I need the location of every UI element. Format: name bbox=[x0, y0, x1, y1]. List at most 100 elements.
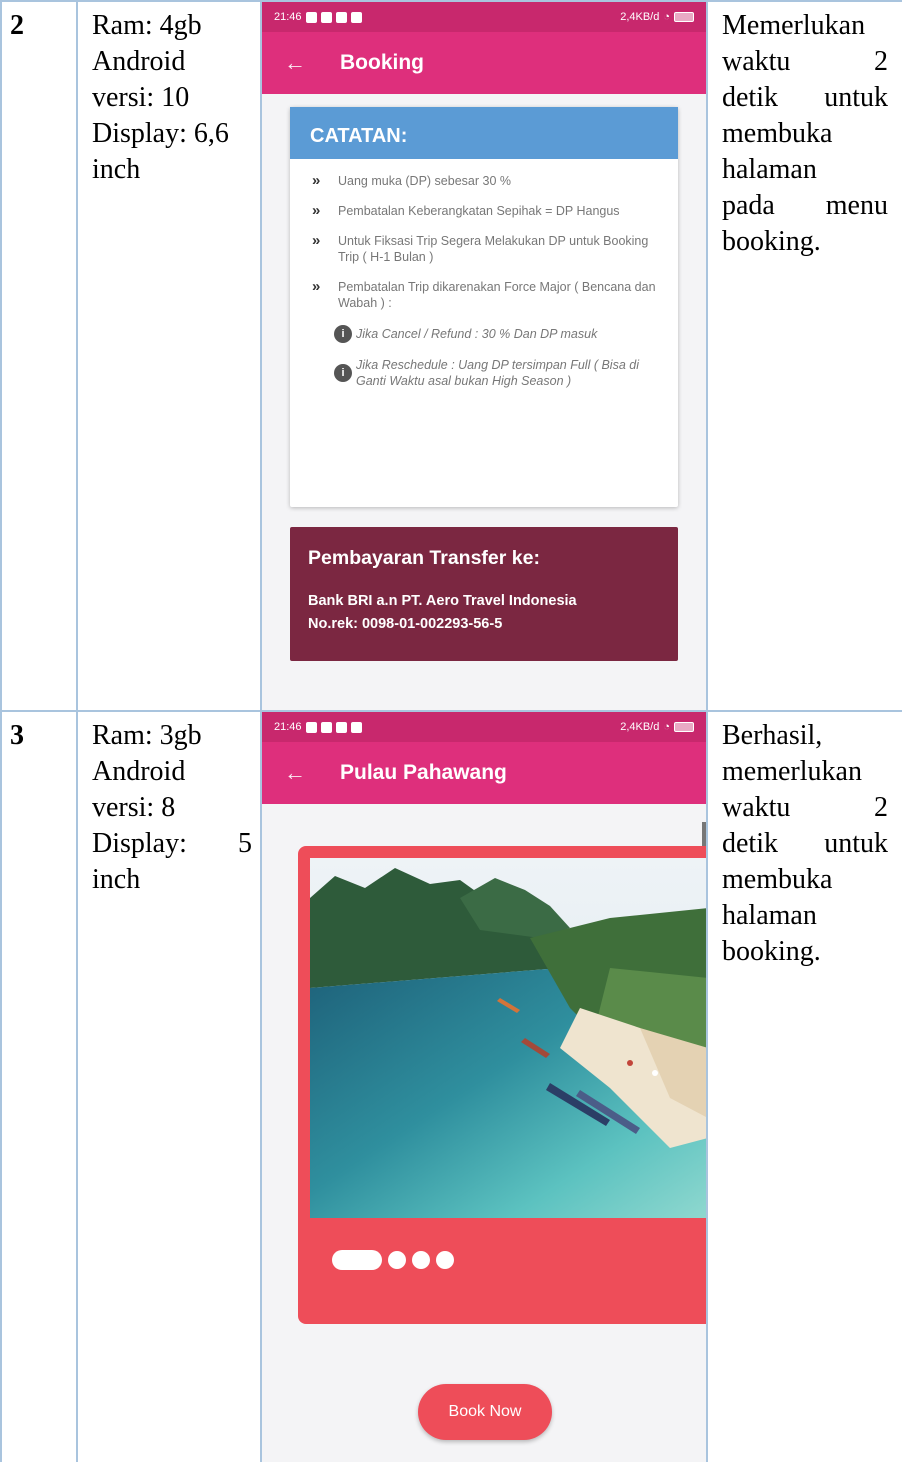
carousel-dot-active[interactable] bbox=[332, 1250, 382, 1270]
result-word: pada bbox=[722, 190, 775, 221]
double-chevron-right-icon: » bbox=[312, 202, 321, 219]
note-text: Uang muka (DP) sebesar 30 % bbox=[338, 174, 511, 188]
result-word: menu bbox=[825, 190, 888, 221]
app-bar: ← Booking bbox=[263, 32, 705, 94]
status-time: 21:46 bbox=[274, 721, 302, 733]
double-chevron-right-icon: » bbox=[312, 232, 321, 249]
sub-note-text: Jika Cancel / Refund : 30 % Dan DP masuk bbox=[356, 327, 598, 341]
payment-card: Pembayaran Transfer ke: Bank BRI a.n PT.… bbox=[290, 527, 678, 661]
result-line: detik untuk bbox=[722, 80, 888, 116]
notification-icon bbox=[335, 721, 347, 733]
result-cell: Memerlukan waktu 2 detik untuk membuka hal… bbox=[706, 0, 902, 712]
wifi-icon: ◔ bbox=[663, 11, 670, 23]
page-title: Pulau Pahawang bbox=[340, 761, 507, 784]
page-title: Booking bbox=[340, 51, 424, 74]
notification-icon bbox=[305, 11, 317, 23]
network-speed: 2,4KB/d bbox=[620, 11, 660, 23]
result-word: detik bbox=[722, 828, 778, 859]
spec-os-version: versi: 8 bbox=[92, 792, 176, 823]
carousel-dot[interactable] bbox=[388, 1251, 406, 1269]
info-icon: i bbox=[334, 325, 352, 343]
note-list: » Uang muka (DP) sebesar 30 % » Pembatal… bbox=[290, 159, 678, 389]
carousel-indicator[interactable] bbox=[332, 1250, 454, 1270]
result-text: Memerlukan bbox=[722, 10, 866, 41]
result-text: Berhasil, bbox=[722, 720, 823, 751]
note-title: CATATAN: bbox=[290, 107, 678, 159]
image-carousel[interactable] bbox=[298, 846, 705, 1324]
result-word: untuk bbox=[824, 828, 888, 859]
list-item: » Untuk Fiksasi Trip Segera Melakukan DP… bbox=[312, 233, 666, 265]
phone-screenshot-detail: 21:46 2,4KB/d ◔ ← Pulau Pahawang Book No… bbox=[263, 713, 705, 1461]
spec-ram: Ram: 4gb bbox=[92, 10, 202, 41]
carousel-dot[interactable] bbox=[436, 1251, 454, 1269]
result-word: detik bbox=[722, 82, 778, 113]
result-line: pada menu bbox=[722, 188, 888, 224]
result-text: memerlukan bbox=[722, 756, 862, 787]
wifi-icon: ◔ bbox=[663, 721, 670, 733]
notification-icon bbox=[350, 11, 362, 23]
result-line: waktu 2 bbox=[722, 790, 888, 826]
note-text: Pembatalan Trip dikarenakan Force Major … bbox=[338, 280, 656, 310]
result-cell: Berhasil, memerlukan waktu 2 detik untuk m… bbox=[706, 710, 902, 1462]
battery-icon bbox=[674, 12, 694, 22]
result-text: halaman bbox=[722, 154, 817, 185]
result-text: membuka bbox=[722, 864, 833, 895]
phone-screenshot-booking: 21:46 2,4KB/d ◔ ← Booking CATATAN: » Uan… bbox=[263, 3, 705, 709]
test-results-table: 2 Ram: 4gb Android versi: 10 Display: 6,… bbox=[0, 0, 902, 1462]
payment-bank: Bank BRI a.n PT. Aero Travel Indonesia bbox=[308, 593, 577, 609]
row-number-cell: 3 bbox=[0, 710, 78, 1462]
payment-title: Pembayaran Transfer ke: bbox=[308, 547, 540, 569]
notification-icon bbox=[320, 721, 332, 733]
spec-os: Android bbox=[92, 756, 186, 787]
row-number: 2 bbox=[10, 10, 24, 41]
book-now-button[interactable]: Book Now bbox=[418, 1384, 552, 1440]
result-text: membuka bbox=[722, 118, 833, 149]
status-time: 21:46 bbox=[274, 11, 302, 23]
note-card: CATATAN: » Uang muka (DP) sebesar 30 % »… bbox=[290, 107, 678, 507]
status-bar: 21:46 2,4KB/d ◔ bbox=[263, 713, 705, 742]
double-chevron-right-icon: » bbox=[312, 278, 321, 295]
result-text: booking. bbox=[722, 936, 821, 967]
list-item: » Pembatalan Trip dikarenakan Force Majo… bbox=[312, 279, 666, 311]
note-text: Pembatalan Keberangkatan Sepihak = DP Ha… bbox=[338, 204, 620, 218]
list-item: i Jika Reschedule : Uang DP tersimpan Fu… bbox=[334, 357, 666, 389]
table-row: 2 Ram: 4gb Android versi: 10 Display: 6,… bbox=[0, 0, 902, 712]
info-icon: i bbox=[334, 364, 352, 382]
spec-display-label: Display: bbox=[92, 828, 187, 859]
spec-display-unit: inch bbox=[92, 864, 141, 895]
device-spec-cell: Ram: 4gb Android versi: 10 Display: 6,6 … bbox=[76, 0, 262, 712]
beach-photo bbox=[310, 858, 705, 1218]
list-item: » Uang muka (DP) sebesar 30 % bbox=[312, 173, 666, 189]
notification-icon bbox=[320, 11, 332, 23]
notification-icon bbox=[305, 721, 317, 733]
result-text: booking. bbox=[722, 226, 821, 257]
result-word: untuk bbox=[824, 82, 888, 113]
notification-icon bbox=[350, 721, 362, 733]
result-word: 2 bbox=[874, 792, 888, 823]
screenshot-cell: 21:46 2,4KB/d ◔ ← Pulau Pahawang Book No… bbox=[260, 710, 708, 1462]
notification-icon bbox=[335, 11, 347, 23]
screenshot-cell: 21:46 2,4KB/d ◔ ← Booking CATATAN: » Uan… bbox=[260, 0, 708, 712]
result-word: waktu bbox=[722, 792, 791, 823]
result-word: 2 bbox=[874, 46, 888, 77]
battery-icon bbox=[674, 722, 694, 732]
row-number-cell: 2 bbox=[0, 0, 78, 712]
row-number: 3 bbox=[10, 720, 24, 751]
carousel-dot[interactable] bbox=[412, 1251, 430, 1269]
spec-display-value: 5 bbox=[238, 828, 252, 859]
arrow-back-icon[interactable]: ← bbox=[284, 50, 340, 76]
network-speed: 2,4KB/d bbox=[620, 721, 660, 733]
spec-display-unit: inch bbox=[92, 154, 141, 185]
spec-os: Android bbox=[92, 46, 186, 77]
status-bar: 21:46 2,4KB/d ◔ bbox=[263, 3, 705, 32]
spec-display: Display: 5 bbox=[92, 826, 252, 862]
list-item: » Pembatalan Keberangkatan Sepihak = DP … bbox=[312, 203, 666, 219]
result-line: waktu 2 bbox=[722, 44, 888, 80]
double-chevron-right-icon: » bbox=[312, 172, 321, 189]
spec-ram: Ram: 3gb bbox=[92, 720, 202, 751]
arrow-back-icon[interactable]: ← bbox=[284, 760, 340, 786]
payment-account: No.rek: 0098-01-002293-56-5 bbox=[308, 616, 503, 632]
spec-os-version: versi: 10 bbox=[92, 82, 190, 113]
sub-note-text: Jika Reschedule : Uang DP tersimpan Full… bbox=[356, 358, 639, 388]
table-row: 3 Ram: 3gb Android versi: 8 Display: 5 in… bbox=[0, 710, 902, 1462]
